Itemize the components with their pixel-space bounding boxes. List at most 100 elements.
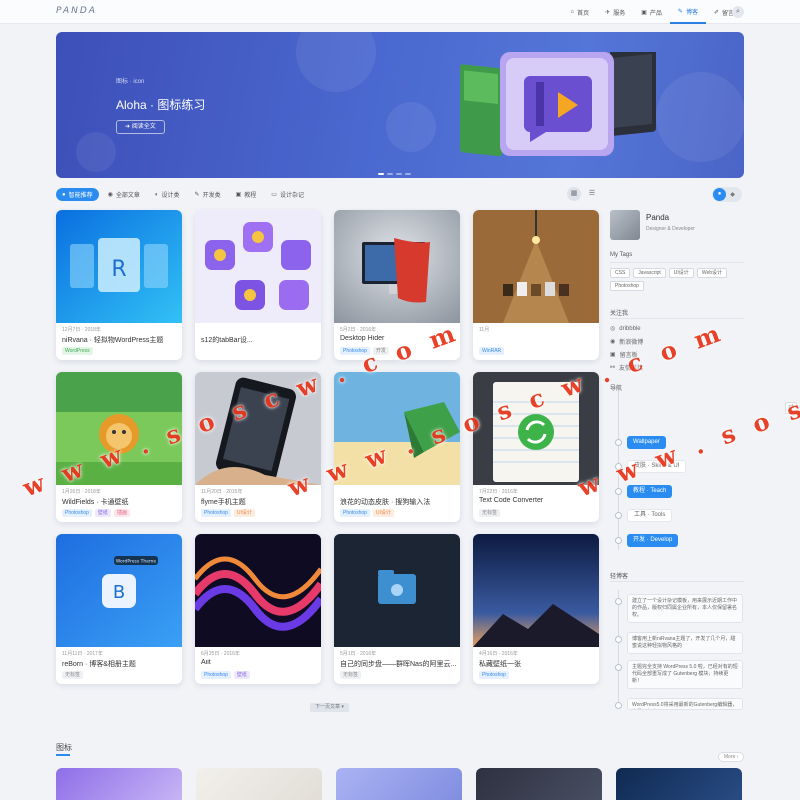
guide-link[interactable]: 开发 · Develop — [627, 534, 679, 547]
nav-label: 首页 — [577, 10, 590, 17]
tag-chip[interactable]: Javascript — [633, 268, 666, 278]
tab-2[interactable]: ◐ 设计类 — [149, 188, 186, 201]
post-title[interactable]: WildFields · 卡通壁纸 — [62, 497, 178, 507]
post-tag[interactable]: 插画 — [113, 509, 130, 517]
post-tag[interactable]: 无标签 — [340, 671, 362, 679]
guide-link[interactable]: 教程 · Teach — [627, 485, 673, 498]
nav-item[interactable]: ✈ 服务 — [597, 0, 633, 24]
post-tag[interactable]: 壁纸 — [94, 509, 111, 517]
post-tag[interactable]: 壁纸 — [233, 671, 250, 679]
tag-chip[interactable]: CSS — [610, 268, 631, 278]
post-card[interactable]: 5月1日 · 2016年 自己的同步盘——群晖Nas的阿里云... 无标签 — [334, 534, 460, 684]
post-title[interactable]: Text Code Converter — [479, 497, 595, 504]
site-logo[interactable]: PANDA — [56, 6, 97, 16]
light-post[interactable]: WordPress5.0将采用最新的Gutenberg编辑器，这是五年来 — [627, 698, 743, 710]
post-title[interactable]: 私藏壁纸一张 — [479, 659, 595, 669]
tag-chip[interactable]: Web设计 — [696, 268, 728, 278]
guide-link[interactable]: 工具 · Tools — [627, 509, 673, 522]
post-title[interactable]: s12的tabBar设... — [201, 335, 317, 345]
post-tag[interactable]: Photoshop — [201, 509, 231, 517]
post-tag[interactable]: UI设计 — [372, 509, 394, 517]
post-card[interactable]: R 12月7日 · 2018年 niRvana · 轻拟物WordPress主题 Wo… — [56, 210, 182, 360]
nav-item[interactable]: ▣ 产品 — [633, 0, 670, 24]
nav-label: 产品 — [649, 10, 662, 17]
home-icon: ⌂ — [570, 9, 575, 15]
post-card[interactable]: 11月 WinRAR — [473, 210, 599, 360]
more-button[interactable]: More › — [718, 752, 745, 762]
section-underline — [56, 754, 70, 756]
icon-post-thumb[interactable] — [616, 768, 742, 800]
load-more-button[interactable]: 下一页文章 ▾ — [310, 703, 349, 712]
post-title[interactable]: 浪花的动态皮肤 · 搜狗输入法 — [340, 497, 456, 507]
post-thumbnail[interactable]: R — [56, 210, 182, 323]
post-title[interactable]: 自己的同步盘——群晖Nas的阿里云... — [340, 659, 456, 669]
post-card[interactable]: B WordPress Theme 11月11日 · 2017年 reBorn · 博… — [56, 534, 182, 684]
tab-label: 开发类 — [202, 193, 221, 199]
weibo-icon: ◉ — [610, 339, 616, 345]
tag-chip[interactable]: UI设计 — [668, 268, 694, 278]
hero-breadcrumb[interactable]: 图标 · icon — [116, 76, 144, 85]
post-date: 5月2日 · 2016年 — [340, 327, 377, 333]
post-tag[interactable]: WordPress — [62, 347, 93, 355]
post-thumbnail[interactable]: B WordPress Theme — [56, 534, 182, 647]
post-tags: Photoshop — [479, 671, 509, 679]
tab-label: 教程 — [244, 193, 257, 199]
tab-1[interactable]: ◉ 全部文章 — [102, 188, 146, 201]
post-title[interactable]: reBorn · 博客&相册主题 — [62, 659, 178, 669]
user-icon[interactable]: ● — [713, 188, 726, 201]
post-card[interactable]: s12的tabBar设... — [195, 210, 321, 360]
timeline-dot — [615, 512, 622, 519]
post-tags: Photoshop 壁纸 — [201, 671, 250, 679]
tag-chip[interactable]: Photoshop — [610, 281, 644, 291]
post-tag[interactable]: Photoshop — [479, 671, 509, 679]
post-tags: 无标签 — [479, 509, 501, 517]
icon-post-thumb[interactable] — [196, 768, 322, 800]
post-thumbnail[interactable] — [473, 534, 599, 647]
divider — [610, 262, 744, 263]
post-card[interactable]: 4月16日 · 2016年 私藏壁纸一张 Photoshop — [473, 534, 599, 684]
tab-5[interactable]: ▭ 设计杂记 — [265, 188, 310, 201]
nav-item[interactable]: ✎ 博客 — [669, 0, 706, 24]
tab-label: 全部文章 — [115, 193, 140, 199]
grid-view-icon[interactable]: ▦ — [567, 187, 581, 201]
tab-3[interactable]: ✎ 开发类 — [189, 188, 227, 201]
post-tag[interactable]: Photoshop — [201, 671, 231, 679]
light-post[interactable]: 主题完全支持 WordPress 5.0 啦，已经对有的短代码全部重写成了 Gu… — [627, 660, 743, 689]
post-thumbnail[interactable] — [195, 534, 321, 647]
post-tag[interactable]: Photoshop — [340, 509, 370, 517]
list-view-icon[interactable]: ☰ — [585, 187, 599, 201]
post-date: 6月25日 · 2016年 — [201, 651, 240, 657]
post-tag[interactable]: UI设计 — [233, 509, 255, 517]
light-post[interactable]: 建立了一个设计杂记模板，用来展示近期工作中的作品，版权归同属企业所有，本人仅保留… — [627, 594, 743, 623]
nav-item[interactable]: ⌂ 首页 — [563, 0, 598, 24]
follow-link[interactable]: ◎ dribbble — [610, 322, 643, 335]
post-thumbnail[interactable] — [473, 210, 599, 323]
hero-banner[interactable]: 图标 · icon Aloha · 图标练习 ➔ 阅读全文 — [56, 32, 744, 178]
read-more-button[interactable]: ➔ 阅读全文 — [116, 120, 165, 134]
tab-0[interactable]: ● 智能推荐 — [56, 188, 99, 201]
post-card[interactable]: 6月25日 · 2016年 Aiit Photoshop 壁纸 — [195, 534, 321, 684]
article-icon: ◉ — [107, 192, 113, 198]
section-title-icons: 图标 — [56, 743, 72, 752]
post-tag[interactable]: Photoshop — [62, 509, 92, 517]
post-title[interactable]: Aiit — [201, 659, 317, 666]
post-thumbnail[interactable] — [334, 534, 460, 647]
carousel-dots[interactable] — [378, 173, 411, 175]
post-tag[interactable]: WinRAR — [479, 347, 505, 355]
light-post[interactable]: 博客用上新niRvana主题了，开发了几个月，甜蜜说这种轻拟物风格的 — [627, 632, 743, 654]
tab-4[interactable]: ▣ 教程 — [230, 188, 263, 201]
post-tags: 无标签 — [62, 671, 84, 679]
post-tag[interactable]: 无标签 — [479, 509, 501, 517]
icon-post-thumb[interactable] — [56, 768, 182, 800]
icon-post-thumb[interactable] — [336, 768, 462, 800]
post-thumbnail[interactable] — [195, 210, 321, 323]
post-title[interactable]: niRvana · 轻拟物WordPress主题 — [62, 335, 178, 345]
search-icon[interactable]: ⌕ — [732, 6, 744, 18]
avatar[interactable] — [610, 210, 640, 240]
icon-post-thumb[interactable] — [476, 768, 602, 800]
drop-icon[interactable]: ◆ — [726, 191, 739, 198]
post-tag[interactable]: 无标签 — [62, 671, 84, 679]
post-thumbnail[interactable] — [334, 210, 460, 323]
sidebar-toggle[interactable]: ● ◆ — [712, 187, 742, 202]
post-tags: WinRAR — [479, 347, 505, 355]
